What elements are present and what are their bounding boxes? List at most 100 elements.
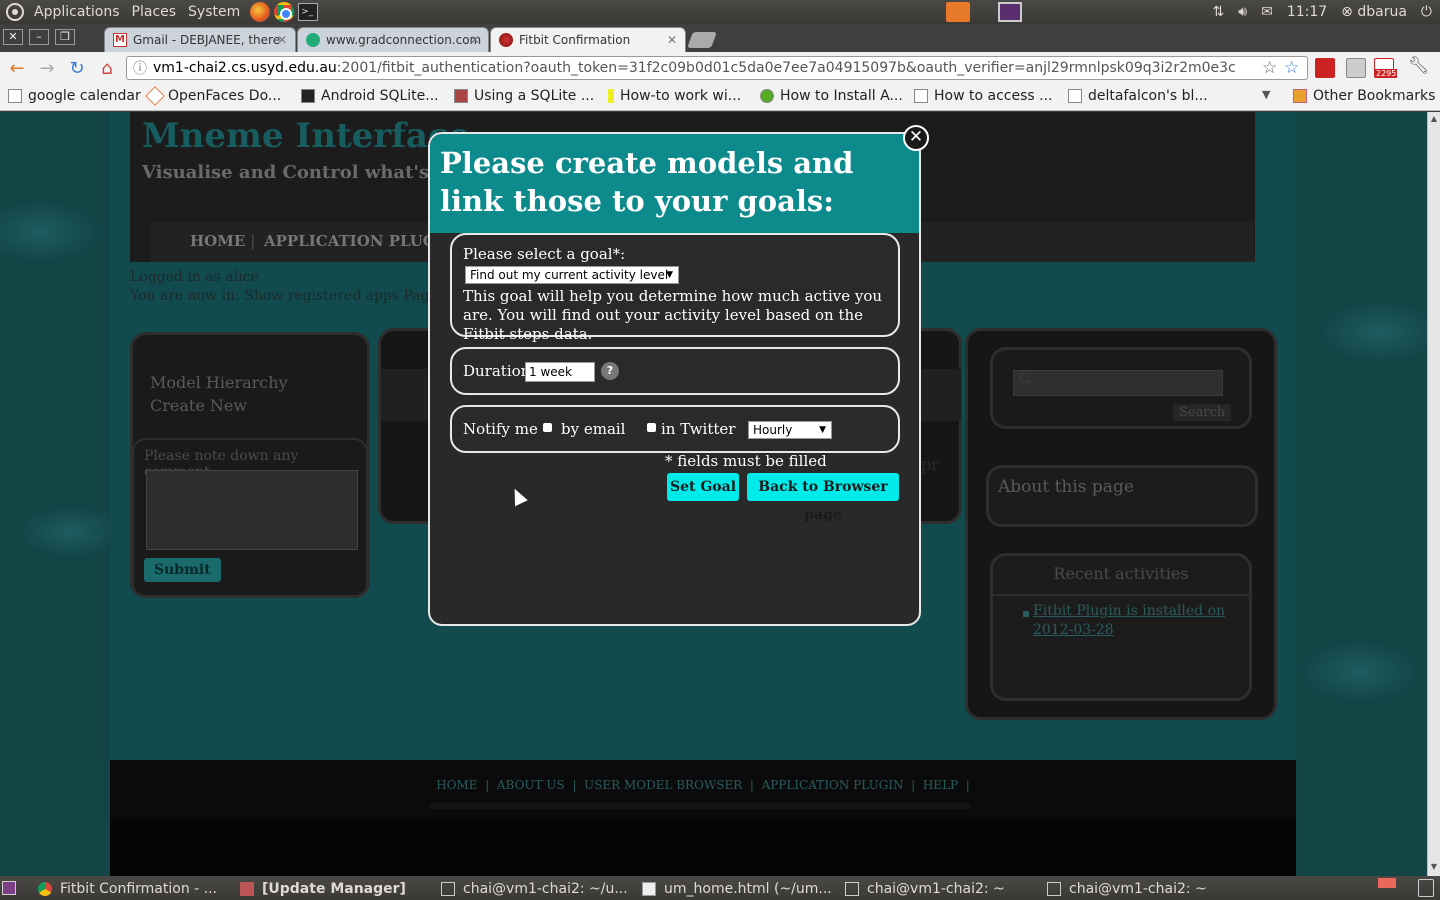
chrome-launcher-icon[interactable] [274,2,295,22]
gmail-checker-icon[interactable]: 2295 [1374,58,1398,78]
url-path: :2001/fitbit_authentication?oauth_token=… [336,60,1236,76]
bookmarks-overflow-chevron-icon[interactable]: ▼ [1262,88,1270,101]
new-tab-button[interactable] [687,32,717,48]
tab-fitbit-confirmation[interactable]: Fitbit Confirmation ✕ [490,27,686,52]
window-restore-button[interactable]: ❐ [55,29,75,45]
menu-places[interactable]: Places [126,4,183,20]
required-fields-note: * fields must be filled [665,452,827,470]
tab-title: www.gradconnection.com [326,33,482,47]
site-title: Mneme Interface [142,116,471,156]
workspace-indicator[interactable] [1378,878,1396,888]
dialog-close-icon[interactable]: ✕ [903,125,929,151]
bookmark-label: Using a SQLite ... [474,88,595,104]
terminal-icon [441,882,455,896]
location-text: You are now in: Show registered apps Pag… [130,288,438,304]
nav-home[interactable]: HOME [190,232,245,250]
taskbar-item-terminal[interactable]: chai@vm1-chai2: ~ [845,879,1035,899]
comment-textarea[interactable] [146,470,358,550]
center-panel-peek-text: pr [921,455,939,474]
trash-icon[interactable] [1418,879,1434,897]
dialog-header: Please create models and link those to y… [430,134,919,233]
taskbar-item-chrome[interactable]: Fitbit Confirmation - ... [38,879,228,899]
home-icon[interactable]: ⌂ [94,55,120,81]
bookmark-item[interactable]: OpenFaces Do... [145,86,281,106]
folder-icon[interactable] [946,2,970,22]
footer-help[interactable]: HELP [923,778,958,792]
footer-home[interactable]: HOME [436,778,477,792]
network-icon[interactable]: ⇅ [1213,4,1225,20]
clock[interactable]: 11:17 [1287,4,1327,20]
scroll-down-arrow-icon[interactable]: ▼ [1428,862,1440,874]
search-button[interactable]: Search [1173,404,1232,421]
model-hierarchy-link[interactable]: Model Hierarchy [150,373,288,392]
scroll-up-arrow-icon[interactable]: ▲ [1428,114,1440,126]
recent-activities-title: Recent activities [1053,564,1189,583]
duration-input[interactable]: 1 week [525,362,595,382]
notify-field-group: Notify me by email in Twitter Hourly [450,405,900,453]
bookmark-item[interactable]: How-to work wi... [608,88,741,104]
volume-icon[interactable]: 🔊︎ [1238,4,1247,20]
forward-arrow-icon[interactable]: → [34,55,60,81]
bookmark-item[interactable]: deltafalcon's bl... [1068,88,1208,104]
show-desktop-icon[interactable] [2,881,16,895]
bookmark-item[interactable]: Using a SQLite ... [454,88,594,104]
menu-applications[interactable]: Applications [28,4,126,20]
taskbar-item-terminal[interactable]: chai@vm1-chai2: ~ [1047,879,1237,899]
search-input[interactable]: 🔍︎ [1013,370,1223,396]
tab-title: Fitbit Confirmation [519,33,631,47]
taskbar-item-update-manager[interactable]: [Update Manager] [240,879,430,899]
taskbar-item-editor[interactable]: um_home.html (~/um... [642,879,832,899]
bookmark-item[interactable]: How to Install A... [760,88,903,104]
taskbar-label: um_home.html (~/um... [664,881,832,897]
bookmark-item[interactable]: google calendar [8,88,141,104]
bookmark-item[interactable]: Android SQLite... [301,88,439,104]
tab-close-icon[interactable]: ✕ [470,33,480,47]
help-icon[interactable]: ? [601,362,619,380]
extension-star-icon[interactable]: ☆ [1284,58,1299,78]
footer-user-model-browser[interactable]: USER MODEL BROWSER [584,778,742,792]
print-extension-icon[interactable] [1346,58,1366,78]
footer-application-plugin[interactable]: APPLICATION PLUGIN [762,778,904,792]
power-icon[interactable]: ⏻ [1421,4,1432,20]
window-minimize-button[interactable]: – [29,29,49,45]
other-bookmarks[interactable]: Other Bookmarks [1293,88,1435,104]
tab-close-icon[interactable]: ✕ [277,33,287,47]
taskbar-item-terminal[interactable]: chai@vm1-chai2: ~/u... [441,879,631,899]
reload-icon[interactable]: ↻ [64,55,90,81]
email-checkbox[interactable] [543,423,552,432]
terminal-launcher-icon[interactable]: >_ [298,3,319,21]
tab-gmail[interactable]: M Gmail - DEBJANEE, there ✕ [104,27,296,52]
back-to-browser-button[interactable]: Back to Browser page [747,473,899,523]
page-viewport: Mneme Interface Visualise and Control wh… [0,112,1427,876]
adobe-extension-icon[interactable] [1315,58,1335,78]
page-info-icon[interactable]: ⓘ [133,58,147,78]
tab-close-icon[interactable]: ✕ [667,33,677,47]
user-menu[interactable]: ⊗ dbarua [1341,4,1407,20]
menu-system[interactable]: System [182,4,246,20]
bookmark-item[interactable]: How to access ... [914,88,1052,104]
tab-gradconnection[interactable]: www.gradconnection.com ✕ [297,27,489,52]
page-scrollbar[interactable]: ▲ ▼ [1427,112,1440,876]
mail-icon[interactable]: ✉ [1261,4,1273,20]
wrench-icon[interactable]: 🔧︎ [1408,56,1430,76]
set-goal-button[interactable]: Set Goal [667,473,739,501]
address-bar[interactable]: ⓘ vm1-chai2.cs.usyd.edu.au:2001/fitbit_a… [126,56,1308,80]
twitter-checkbox[interactable] [647,423,656,432]
workspace-switcher-icon[interactable] [998,2,1022,22]
frequency-select[interactable]: Hourly [748,421,832,439]
submit-button[interactable]: Submit [144,558,221,582]
create-new-link[interactable]: Create New [150,396,247,415]
window-close-button[interactable]: ✕ [3,29,23,45]
firefox-launcher-icon[interactable] [250,2,271,22]
back-arrow-icon[interactable]: ← [4,55,30,81]
ubuntu-logo-icon[interactable] [6,3,24,21]
user-status-icon: ⊗ [1341,4,1358,20]
page-icon [1068,89,1082,103]
nav-application-plugin[interactable]: APPLICATION PLUG [264,232,436,250]
bookmark-star-icon[interactable]: ☆ [1262,58,1277,78]
goal-select[interactable]: Find out my current activity level [465,266,679,284]
footer-about[interactable]: ABOUT US [497,778,565,792]
text-editor-icon [642,882,656,896]
recent-activity-link[interactable]: Fitbit Plugin is installed on 2012-03-28 [1033,602,1233,640]
notify-label: Notify me [463,420,538,438]
